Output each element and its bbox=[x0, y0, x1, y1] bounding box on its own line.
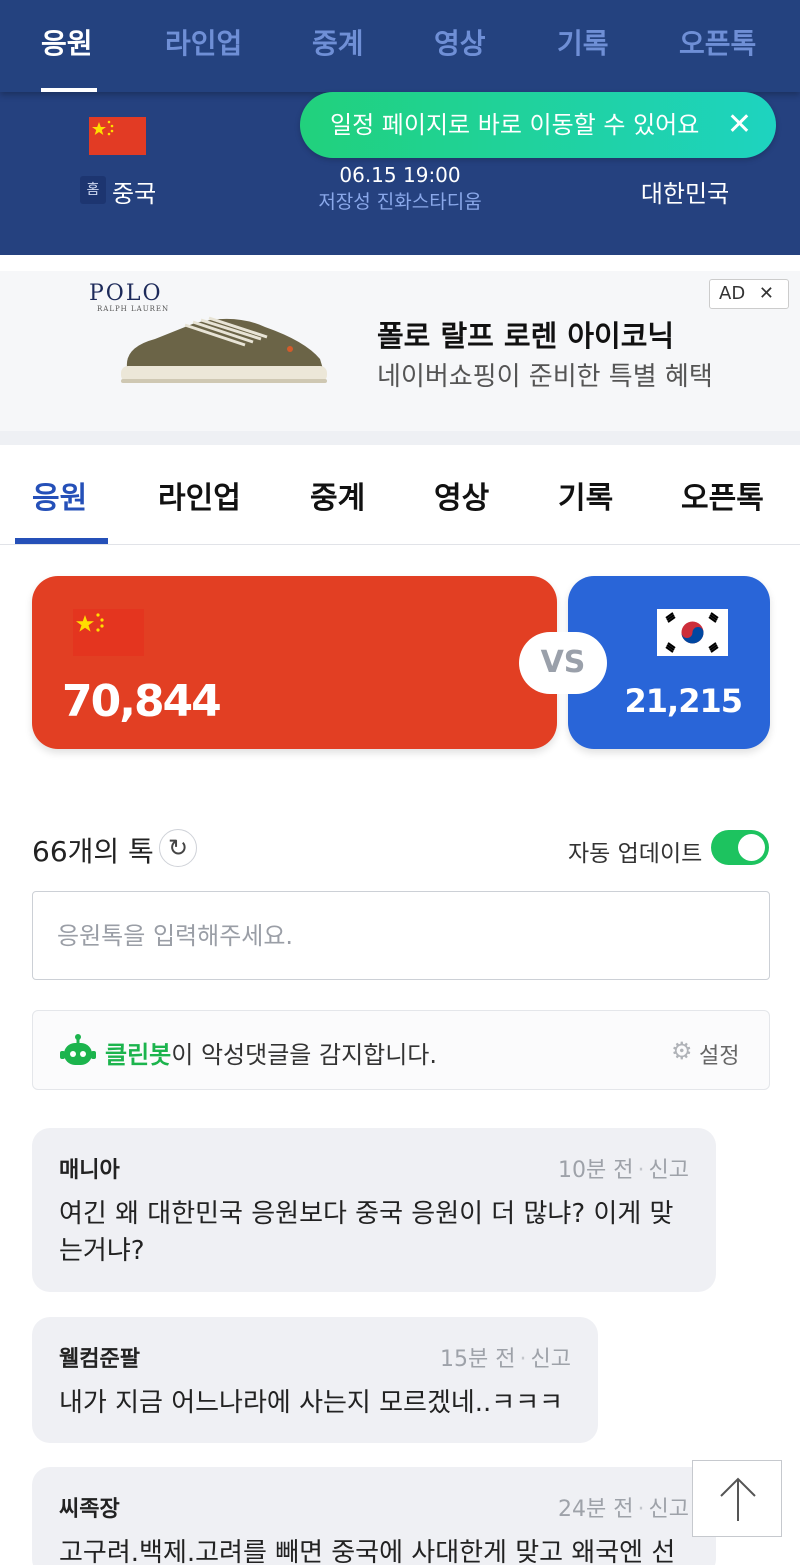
ad-brand-logo: POLO bbox=[89, 281, 163, 306]
korea-flag-icon bbox=[657, 609, 728, 656]
cleanbot-notice: 클린봇이 악성댓글을 감지합니다. ⚙ 설정 bbox=[32, 1010, 770, 1090]
comment-item: 씨족장 24분 전 · 신고 고구려.백제.고려를 빼면 중국에 사대한게 맞고 왜… bbox=[32, 1467, 716, 1565]
close-icon[interactable]: ✕ bbox=[751, 283, 774, 304]
match-venue: 저장성 진화스타디움 bbox=[318, 191, 482, 213]
scroll-to-top-button[interactable] bbox=[692, 1460, 782, 1537]
toggle-knob bbox=[738, 834, 765, 861]
robot-icon bbox=[60, 1034, 96, 1065]
tab-record[interactable]: 기록 bbox=[558, 473, 613, 517]
comment-time: 24분 전 bbox=[558, 1497, 634, 1522]
tab-broadcast[interactable]: 중계 bbox=[310, 473, 365, 517]
toast-text: 일정 페이지로 바로 이동할 수 있어요 bbox=[330, 111, 700, 139]
header-tab-opentalk[interactable]: 오픈톡 bbox=[679, 22, 756, 62]
comment-line: 는거냐? bbox=[59, 1236, 145, 1266]
comment-time: 10분 전 bbox=[558, 1158, 634, 1183]
comment-line: 고구려.백제.고려를 빼면 중국에 사대한게 맞고 왜국엔 선 bbox=[59, 1538, 676, 1565]
header-tab-bar: 응원 라인업 중계 영상 기록 오픈톡 bbox=[0, 0, 800, 92]
arrow-up-icon bbox=[720, 1477, 756, 1521]
comment-item: 매니아 10분 전 · 신고 여긴 왜 대한민국 응원보다 중국 응원이 더 많냐?… bbox=[32, 1128, 716, 1292]
comment-meta: 10분 전 · 신고 bbox=[558, 1158, 689, 1183]
match-header: 응원 라인업 중계 영상 기록 오픈톡 홈 중국 06.15 19:00 저장성… bbox=[0, 0, 800, 255]
comment-body: 고구려.백제.고려를 빼면 중국에 사대한게 맞고 왜국엔 선 bbox=[59, 1535, 675, 1565]
china-flag-icon bbox=[89, 117, 146, 155]
report-button[interactable]: 신고 bbox=[531, 1347, 571, 1372]
header-tab-broadcast[interactable]: 중계 bbox=[312, 22, 364, 62]
talk-count: 66개의 톡 bbox=[32, 835, 154, 868]
home-team-name: 중국 bbox=[112, 180, 157, 208]
comment-author[interactable]: 웰컴준팔 bbox=[59, 1341, 140, 1373]
ad-title: 폴로 랄프 로렌 아이코닉 bbox=[377, 319, 675, 353]
comment-body: 여긴 왜 대한민국 응원보다 중국 응원이 더 많냐? 이게 맞 는거냐? bbox=[59, 1196, 673, 1270]
close-icon[interactable]: ✕ bbox=[727, 92, 752, 158]
auto-update-label: 자동 업데이트 bbox=[568, 841, 703, 867]
main-tab-bar: 응원 라인업 중계 영상 기록 오픈톡 bbox=[0, 445, 800, 545]
tab-cheer[interactable]: 응원 bbox=[32, 473, 87, 517]
tab-indicator bbox=[15, 538, 108, 544]
header-tab-video[interactable]: 영상 bbox=[434, 22, 486, 62]
comment-line: 내가 지금 어느나라에 사는지 모르겠네..ㅋㅋㅋ bbox=[59, 1388, 564, 1418]
cheer-card-china[interactable]: 70,844 bbox=[32, 576, 557, 749]
shoe-image bbox=[121, 316, 327, 383]
gear-icon[interactable]: ⚙ bbox=[671, 1037, 693, 1065]
section-divider bbox=[0, 431, 800, 445]
cleanbot-message: 클린봇이 악성댓글을 감지합니다. bbox=[105, 1035, 437, 1070]
header-tab-record[interactable]: 기록 bbox=[557, 22, 609, 62]
header-tab-cheer[interactable]: 응원 bbox=[41, 22, 93, 62]
tab-video[interactable]: 영상 bbox=[434, 473, 489, 517]
comment-body: 내가 지금 어느나라에 사는지 모르겠네..ㅋㅋㅋ bbox=[59, 1385, 563, 1422]
china-cheer-count: 70,844 bbox=[62, 676, 222, 727]
report-button[interactable]: 신고 bbox=[649, 1497, 689, 1522]
comment-time: 15분 전 bbox=[440, 1347, 516, 1372]
away-team-name: 대한민국 bbox=[640, 180, 730, 208]
refresh-icon[interactable]: ↻ bbox=[159, 829, 197, 867]
home-badge: 홈 bbox=[80, 176, 106, 204]
comment-item: 웰컴준팔 15분 전 · 신고 내가 지금 어느나라에 사는지 모르겠네..ㅋㅋㅋ bbox=[32, 1317, 598, 1443]
tab-opentalk[interactable]: 오픈톡 bbox=[681, 473, 764, 517]
china-flag-icon bbox=[73, 609, 144, 656]
cleanbot-settings-button[interactable]: 설정 bbox=[699, 1038, 739, 1070]
comment-meta: 15분 전 · 신고 bbox=[440, 1347, 571, 1372]
match-time: 06.15 19:00 bbox=[339, 163, 461, 187]
report-button[interactable]: 신고 bbox=[649, 1158, 689, 1183]
tab-lineup[interactable]: 라인업 bbox=[158, 473, 241, 517]
comment-meta: 24분 전 · 신고 bbox=[558, 1497, 689, 1522]
vs-badge: VS bbox=[519, 632, 607, 694]
comment-line: 여긴 왜 대한민국 응원보다 중국 응원이 더 많냐? 이게 맞 bbox=[59, 1199, 674, 1229]
auto-update-toggle[interactable] bbox=[711, 830, 769, 865]
comment-author[interactable]: 씨족장 bbox=[59, 1491, 120, 1523]
ad-banner[interactable]: POLO RALPH LAUREN 폴로 랄프 로렌 아이코닉 네이버쇼핑이 준… bbox=[0, 271, 800, 431]
ad-label: AD bbox=[719, 283, 746, 304]
header-tab-indicator bbox=[41, 88, 97, 92]
ad-description: 네이버쇼핑이 준비한 특별 혜택 bbox=[377, 362, 713, 392]
comment-author[interactable]: 매니아 bbox=[59, 1152, 120, 1184]
cheer-talk-input[interactable] bbox=[32, 891, 770, 980]
ad-badge[interactable]: AD ✕ bbox=[709, 279, 789, 309]
cleanbot-name: 클린봇 bbox=[105, 1041, 172, 1069]
cleanbot-text: 이 악성댓글을 감지합니다. bbox=[171, 1041, 438, 1069]
schedule-toast[interactable]: 일정 페이지로 바로 이동할 수 있어요 ✕ bbox=[300, 92, 776, 158]
korea-cheer-count: 21,215 bbox=[624, 682, 743, 720]
header-tab-lineup[interactable]: 라인업 bbox=[165, 22, 242, 62]
